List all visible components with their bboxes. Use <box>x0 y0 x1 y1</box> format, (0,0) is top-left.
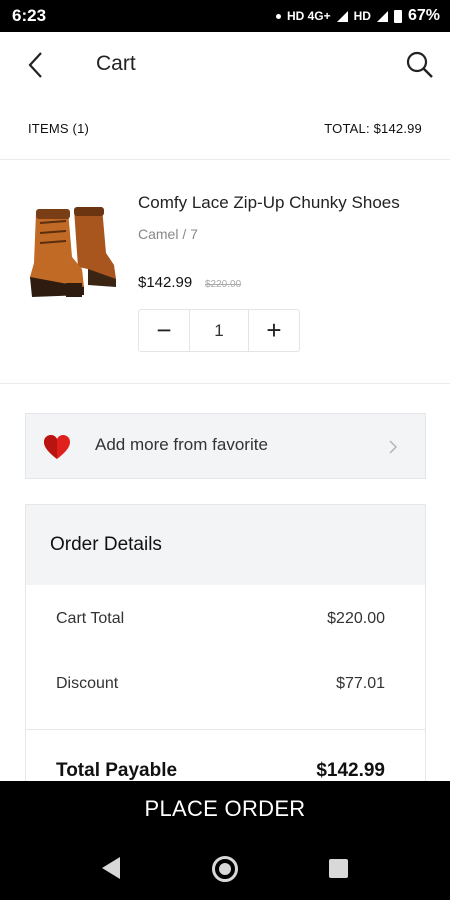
product-image[interactable] <box>22 195 122 305</box>
order-details-title: Order Details <box>26 505 425 585</box>
network-type: HD 4G+ <box>286 9 331 23</box>
search-button[interactable] <box>404 49 436 81</box>
signal-icon-2 <box>376 10 388 22</box>
search-icon <box>406 51 433 78</box>
total-payable-value: $142.99 <box>316 760 385 781</box>
cart-total-label: Cart Total <box>56 610 125 627</box>
quantity-value[interactable]: 1 <box>189 310 249 351</box>
app-bar: Cart <box>0 32 450 98</box>
order-divider <box>26 729 425 730</box>
product-name[interactable]: Comfy Lace Zip-Up Chunky Shoes <box>138 193 428 213</box>
nav-recents-icon[interactable] <box>329 859 348 878</box>
product-price: $142.99 <box>138 274 193 291</box>
status-bar: 6:23 HD 4G+ HD 67% <box>0 0 450 32</box>
back-button[interactable] <box>22 50 52 80</box>
cart-total-summary: TOTAL: $142.99 <box>324 121 422 136</box>
product-variant: Camel / 7 <box>138 226 198 242</box>
add-from-favorite-row[interactable]: Add more from favorite <box>25 413 426 479</box>
items-count: ITEMS (1) <box>28 121 90 136</box>
nav-back-icon[interactable] <box>102 857 120 879</box>
status-time: 6:23 <box>12 6 47 25</box>
heart-icon <box>44 435 70 459</box>
cart-summary: ITEMS (1) TOTAL: $142.99 <box>0 98 450 160</box>
order-line-total-payable: Total Payable $142.99 <box>56 760 385 782</box>
notification-dot-icon <box>275 13 281 19</box>
signal-icon <box>336 10 348 22</box>
favorite-label: Add more from favorite <box>95 435 268 454</box>
back-arrow-icon <box>28 52 42 78</box>
battery-icon <box>393 9 402 23</box>
order-details-card: Order Details Cart Total $220.00 Discoun… <box>25 504 426 804</box>
cart-total-value: $220.00 <box>327 610 385 627</box>
nav-home-icon[interactable] <box>212 856 238 882</box>
product-original-price: $220.00 <box>205 279 242 290</box>
nav-home-inner <box>219 863 231 875</box>
discount-label: Discount <box>56 675 119 692</box>
network-type-2: HD <box>353 9 371 23</box>
order-line-discount: Discount $77.01 <box>56 675 385 693</box>
order-line-cart-total: Cart Total $220.00 <box>56 610 385 628</box>
place-order-button[interactable]: PLACE ORDER <box>0 781 450 837</box>
battery-percent: 67% <box>407 7 440 24</box>
chevron-right-icon <box>389 440 398 454</box>
page-title: Cart <box>96 52 136 75</box>
status-indicators: HD 4G+ HD 67% <box>275 7 440 25</box>
increment-button[interactable]: + <box>249 310 299 351</box>
quantity-stepper: − 1 + <box>138 309 300 352</box>
total-payable-label: Total Payable <box>56 760 178 781</box>
discount-value: $77.01 <box>336 675 385 692</box>
system-nav-bar <box>0 837 450 900</box>
decrement-button[interactable]: − <box>139 310 189 351</box>
cart-item: Comfy Lace Zip-Up Chunky Shoes Camel / 7… <box>0 161 450 384</box>
